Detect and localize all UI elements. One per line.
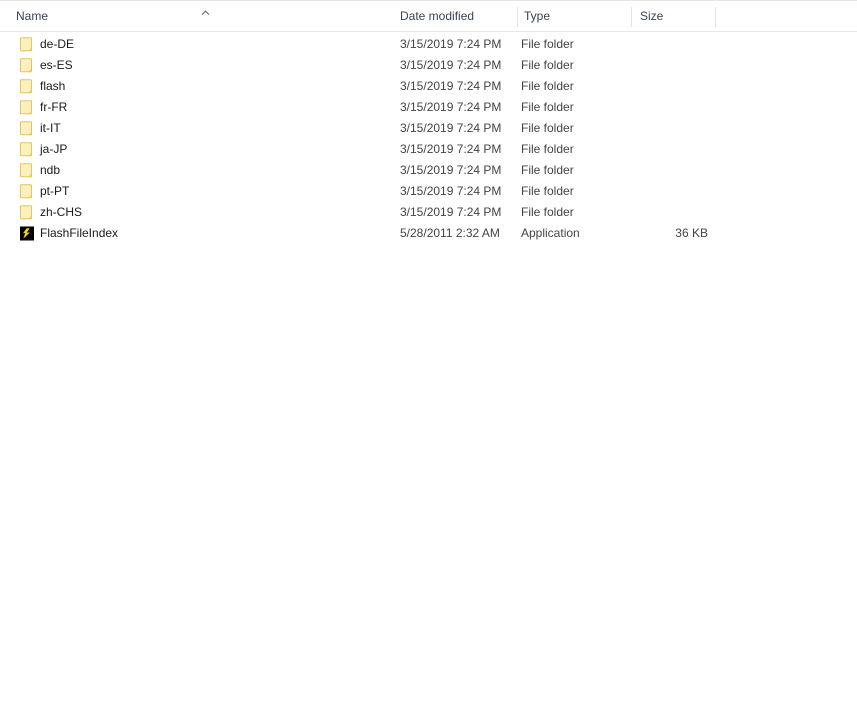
file-type: File folder <box>521 163 574 177</box>
column-header-date-modified-label: Date modified <box>400 9 475 23</box>
file-size <box>632 55 708 76</box>
file-type: File folder <box>521 205 574 219</box>
file-explorer-list-view: Name Date modified Type Size de-DE 3/15/… <box>0 0 857 705</box>
file-list: de-DE 3/15/2019 7:24 PM File folder es-E… <box>0 34 857 244</box>
file-type: Application <box>521 226 580 240</box>
file-date-modified: 3/15/2019 7:24 PM <box>400 79 502 93</box>
file-type: File folder <box>521 121 574 135</box>
file-name: ndb <box>40 163 61 177</box>
column-header-name-label: Name <box>16 9 49 23</box>
column-header-size-label: Size <box>640 9 664 23</box>
file-date-modified: 3/15/2019 7:24 PM <box>400 100 502 114</box>
file-name: pt-PT <box>40 184 70 198</box>
file-size <box>632 76 708 97</box>
list-item[interactable]: ja-JP 3/15/2019 7:24 PM File folder <box>0 139 857 160</box>
file-size: 36 KB <box>675 226 708 240</box>
file-date-modified: 3/15/2019 7:24 PM <box>400 37 502 51</box>
file-size <box>632 97 708 118</box>
file-type: File folder <box>521 184 574 198</box>
file-date-modified: 5/28/2011 2:32 AM <box>400 226 500 240</box>
file-type: File folder <box>521 58 574 72</box>
file-date-modified: 3/15/2019 7:24 PM <box>400 58 502 72</box>
file-size <box>632 202 708 223</box>
column-header-size[interactable]: Size <box>632 1 716 32</box>
file-name: fr-FR <box>40 100 68 114</box>
file-type: File folder <box>521 142 574 156</box>
file-size <box>632 160 708 181</box>
file-size <box>632 181 708 202</box>
list-item[interactable]: es-ES 3/15/2019 7:24 PM File folder <box>0 55 857 76</box>
column-resize-handle-type[interactable] <box>517 7 518 27</box>
file-date-modified: 3/15/2019 7:24 PM <box>400 163 502 177</box>
file-name: FlashFileIndex <box>40 226 119 240</box>
column-header-type[interactable]: Type <box>518 1 632 32</box>
list-item[interactable]: zh-CHS 3/15/2019 7:24 PM File folder <box>0 202 857 223</box>
file-type: File folder <box>521 79 574 93</box>
column-header-row: Name Date modified Type Size <box>0 0 857 32</box>
file-name: it-IT <box>40 121 61 135</box>
file-date-modified: 3/15/2019 7:24 PM <box>400 184 502 198</box>
column-resize-handle-end[interactable] <box>715 7 716 27</box>
file-name: de-DE <box>40 37 75 51</box>
file-date-modified: 3/15/2019 7:24 PM <box>400 121 502 135</box>
column-header-type-label: Type <box>524 9 551 23</box>
file-name: es-ES <box>40 58 73 72</box>
list-item[interactable]: pt-PT 3/15/2019 7:24 PM File folder <box>0 181 857 202</box>
column-header-date-modified[interactable]: Date modified <box>400 1 518 32</box>
list-item[interactable]: it-IT 3/15/2019 7:24 PM File folder <box>0 118 857 139</box>
list-item[interactable]: ndb 3/15/2019 7:24 PM File folder <box>0 160 857 181</box>
file-size <box>632 139 708 160</box>
file-date-modified: 3/15/2019 7:24 PM <box>400 142 502 156</box>
list-item[interactable]: fr-FR 3/15/2019 7:24 PM File folder <box>0 97 857 118</box>
file-name: ja-JP <box>40 142 68 156</box>
list-item[interactable]: flash 3/15/2019 7:24 PM File folder <box>0 76 857 97</box>
file-name: flash <box>40 79 66 93</box>
file-size <box>632 34 708 55</box>
chevron-up-icon <box>199 7 212 20</box>
file-name: zh-CHS <box>40 205 83 219</box>
file-date-modified: 3/15/2019 7:24 PM <box>400 205 502 219</box>
file-type: File folder <box>521 100 574 114</box>
list-item[interactable]: FlashFileIndex 5/28/2011 2:32 AM Applica… <box>0 223 857 244</box>
list-item[interactable]: de-DE 3/15/2019 7:24 PM File folder <box>0 34 857 55</box>
column-resize-handle-size[interactable] <box>631 7 632 27</box>
file-type: File folder <box>521 37 574 51</box>
file-size <box>632 118 708 139</box>
